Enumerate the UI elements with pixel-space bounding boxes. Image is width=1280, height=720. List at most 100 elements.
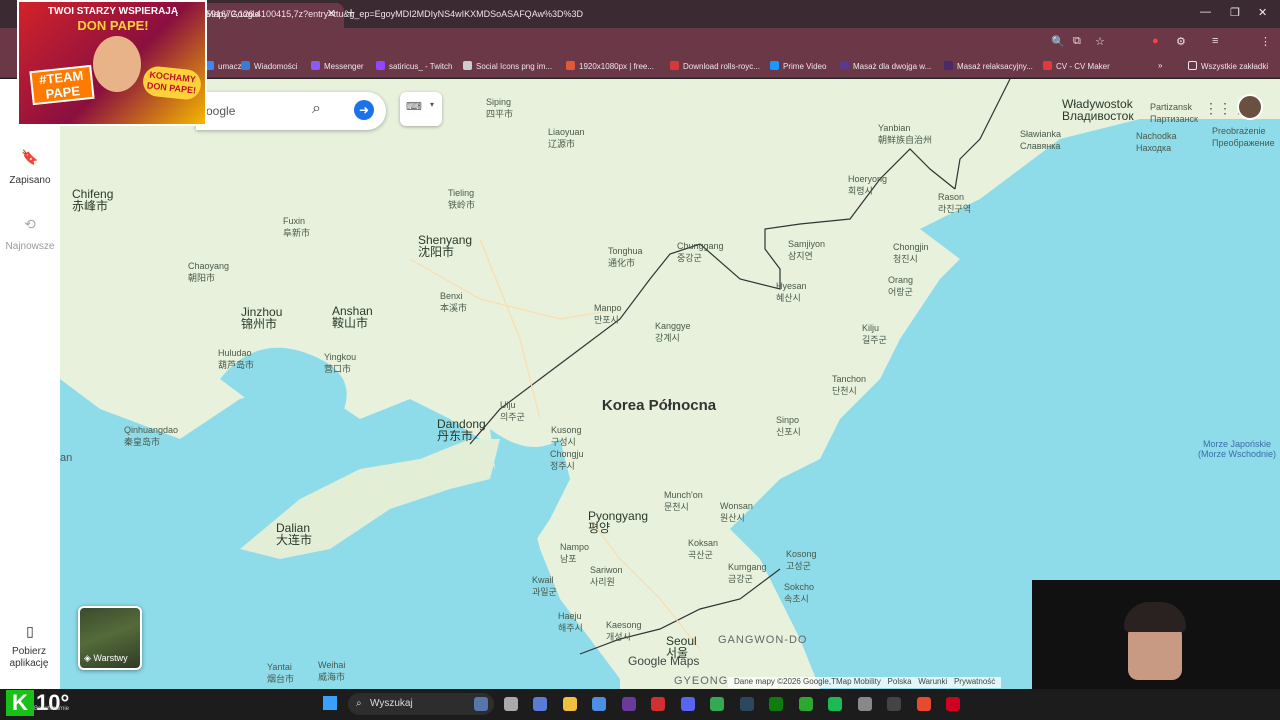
place-label[interactable]: Wonsan 원산시 — [720, 500, 753, 524]
url-text[interactable]: 591672,126.4100415,7z?entry=ttu&g_ep=Ego… — [206, 9, 583, 19]
place-label[interactable]: Władywostok Владивосток — [1062, 98, 1134, 122]
maximize-icon[interactable]: ❐ — [1230, 6, 1240, 19]
place-label[interactable]: Liaoyuan 辽源市 — [548, 126, 585, 150]
place-label[interactable]: Hoeryong 회령시 — [848, 173, 887, 197]
place-label[interactable]: Yantai 烟台市 — [267, 661, 294, 685]
place-label[interactable]: Pyongyang 평양 — [588, 510, 648, 534]
taskbar-search[interactable]: ⌕ Wyszukaj — [348, 693, 494, 715]
place-label[interactable]: Jinzhou 锦州市 — [241, 306, 282, 330]
taskbar-app-icon[interactable] — [680, 697, 695, 711]
recent-label[interactable]: Najnowsze — [5, 241, 55, 252]
place-label[interactable]: Nachodka Находка — [1136, 130, 1177, 154]
search-icon[interactable]: ⌕ — [312, 100, 321, 118]
bookmark-icon[interactable]: 🔖 — [0, 149, 60, 166]
taskbar-app-icon[interactable] — [946, 697, 960, 711]
place-label[interactable]: Benxi 本溪市 — [440, 290, 467, 314]
place-label[interactable]: Chunggang 중강군 — [677, 240, 724, 264]
windows-start-icon[interactable] — [323, 696, 337, 710]
place-label[interactable]: Huludao 葫芦岛市 — [218, 347, 254, 371]
search-box[interactable]: oogle ⌕ ➜ — [196, 92, 386, 130]
bookmarks-overflow-icon[interactable]: » — [1158, 61, 1162, 70]
bookmark-item[interactable]: Wiadomości — [241, 61, 298, 71]
place-label[interactable]: Orang 어랑군 — [888, 274, 913, 298]
place-label[interactable]: Preobrażenie Преображение — [1212, 125, 1275, 149]
place-label[interactable]: Sokcho 속초시 — [784, 581, 814, 605]
saved-label[interactable]: Zapisano — [0, 175, 60, 186]
extensions-icon[interactable]: ⚙ — [1176, 35, 1186, 48]
taskbar-app-icon[interactable] — [621, 697, 636, 711]
place-label[interactable]: Dandong 丹东市 — [437, 418, 486, 442]
place-label[interactable]: Uiju 의주군 — [500, 399, 525, 423]
place-label[interactable]: Chaoyang 朝阳市 — [188, 260, 229, 284]
search-input[interactable]: oogle — [206, 104, 235, 118]
directions-icon[interactable]: ➜ — [354, 100, 374, 120]
taskbar-app-icon[interactable] — [798, 697, 813, 711]
zoom-icon[interactable]: 🔍 — [1051, 35, 1065, 48]
taskbar-app-icon[interactable] — [739, 697, 754, 711]
place-label[interactable]: Chifeng 赤峰市 — [72, 188, 113, 212]
place-label[interactable]: Kanggye 강계시 — [655, 320, 691, 344]
place-label[interactable]: Munch'on 문천시 — [664, 489, 703, 513]
place-label[interactable]: Chongju 정주시 — [550, 448, 584, 472]
place-label[interactable]: Manpo 만포시 — [594, 302, 622, 326]
all-bookmarks[interactable]: Wszystkie zakładki — [1188, 61, 1268, 71]
place-label[interactable]: Yanbian 朝鲜族自治州 — [878, 122, 932, 146]
place-label[interactable]: Rason 라진구역 — [938, 191, 971, 215]
place-label[interactable]: Hyesan 혜산시 — [776, 280, 807, 304]
bookmark-item[interactable]: CV - CV Maker — [1043, 61, 1110, 71]
place-label[interactable]: Kumgang 금강군 — [728, 561, 767, 585]
taskbar-app-icon[interactable] — [710, 697, 724, 711]
extension-red-icon[interactable]: ● — [1152, 35, 1159, 47]
place-label[interactable]: Tanchon 단천시 — [832, 373, 866, 397]
place-label[interactable]: Nampo 남포 — [560, 541, 589, 565]
taskbar-app-icon[interactable] — [828, 697, 842, 711]
place-label[interactable]: Kusong 구성시 — [551, 424, 582, 448]
place-label[interactable]: Kwail 과일군 — [532, 574, 557, 598]
place-label[interactable]: Samjiyon 삼지연 — [788, 238, 825, 262]
bookmark-item[interactable]: 1920x1080px | free... — [566, 61, 654, 71]
bookmark-item[interactable]: umacz — [205, 61, 242, 71]
taskbar-app-icon[interactable] — [474, 697, 488, 711]
bookmark-item[interactable]: Messenger — [311, 61, 364, 71]
history-icon[interactable]: ⟲ — [0, 216, 60, 233]
place-label[interactable]: Kilju 길주군 — [862, 322, 887, 346]
place-label[interactable]: Haeju 해주시 — [558, 610, 583, 634]
taskbar-app-icon[interactable] — [857, 697, 872, 711]
taskbar-app-icon[interactable] — [916, 697, 931, 711]
bookmark-item[interactable]: Social Icons png im... — [463, 61, 552, 71]
place-label[interactable]: Kaesong 개성시 — [606, 619, 642, 643]
bookmark-star-icon[interactable]: ☆ — [1095, 35, 1105, 48]
place-label[interactable]: Kosong 고성군 — [786, 548, 817, 572]
place-label[interactable]: Fuxin 阜新市 — [283, 215, 310, 239]
place-label[interactable]: Chongjin 청진시 — [893, 241, 929, 265]
install-icon[interactable]: ⧉ — [1073, 35, 1081, 48]
place-label[interactable]: Partizansk Партизанск — [1150, 101, 1198, 125]
place-label[interactable]: Qinhuangdao 秦皇岛市 — [124, 424, 178, 448]
get-app-label[interactable]: Pobierz aplikację — [0, 646, 58, 670]
media-icon[interactable]: ≡ — [1212, 35, 1218, 47]
bookmark-item[interactable]: satiricus_ - Twitch — [376, 61, 452, 71]
taskbar-app-icon[interactable] — [562, 697, 577, 711]
bookmark-item[interactable]: Masaż relaksacyjny... — [944, 61, 1033, 71]
place-label[interactable]: Anshan 鞍山市 — [332, 305, 373, 329]
bookmark-item[interactable]: Download rolls-royc... — [670, 61, 760, 71]
phone-icon[interactable]: ▯ — [0, 623, 60, 640]
taskbar-app-icon[interactable] — [651, 697, 665, 711]
avatar[interactable] — [1237, 94, 1263, 120]
place-label[interactable]: Sinpo 신포시 — [776, 414, 801, 438]
place-label[interactable]: Shenyang 沈阳市 — [418, 234, 472, 258]
minimize-icon[interactable]: — — [1200, 6, 1211, 18]
place-label[interactable]: Sławianka Славянка — [1020, 128, 1061, 152]
taskbar-app-icon[interactable] — [769, 697, 783, 711]
menu-icon[interactable]: ⋮ — [1260, 35, 1271, 48]
layers-button[interactable]: ◈ Warstwy — [78, 606, 142, 670]
bookmark-item[interactable]: Masaż dla dwojga w... — [840, 61, 931, 71]
place-label[interactable]: Tieling 铁岭市 — [448, 187, 475, 211]
place-label[interactable]: Weihai 威海市 — [318, 659, 345, 683]
taskbar-app-icon[interactable] — [533, 697, 547, 711]
taskbar-app-icon[interactable] — [592, 697, 606, 711]
taskbar-app-icon[interactable] — [887, 697, 901, 711]
keyboard-button[interactable]: ⌨ ▾ — [400, 92, 442, 126]
place-label[interactable]: Siping 四平市 — [486, 96, 513, 120]
place-label[interactable]: Yingkou 营口市 — [324, 351, 356, 375]
